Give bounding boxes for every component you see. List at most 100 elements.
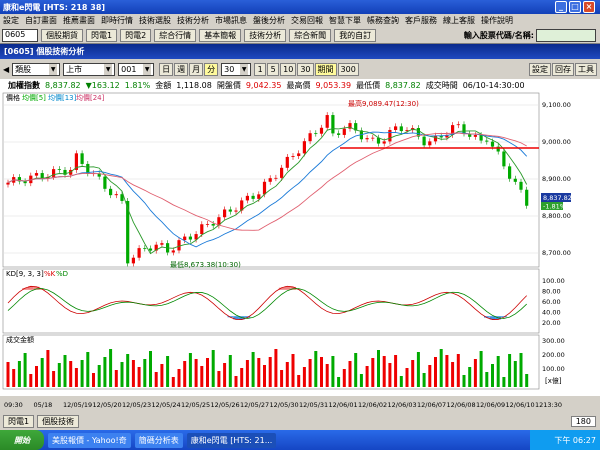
tick-button-2[interactable]: 10 xyxy=(280,62,297,76)
toolbar-button-5[interactable]: 技術分析 xyxy=(244,28,287,42)
taskbar-task-1[interactable]: 簡碼分析表 xyxy=(134,432,183,448)
toolbar-button-3[interactable]: 綜合行情 xyxy=(154,28,197,42)
tick-button-5[interactable]: 300 xyxy=(337,62,359,76)
tick-button-1[interactable]: 5 xyxy=(267,62,280,76)
menu-item-1[interactable]: 自訂畫面 xyxy=(22,15,60,26)
index-price: 8,837.82 xyxy=(45,80,81,90)
interval-button-1[interactable]: 週 xyxy=(174,62,189,76)
code-select[interactable]: 001 ▼ xyxy=(118,62,155,76)
volume-bar xyxy=(188,353,192,387)
candle-body xyxy=(394,126,398,130)
volume-bar xyxy=(502,377,506,387)
start-button[interactable]: 開始 xyxy=(0,430,44,450)
volume-bar xyxy=(29,374,33,387)
volume-bar xyxy=(365,366,369,387)
close-icon[interactable]: × xyxy=(583,1,595,13)
right-button-1[interactable]: 回存 xyxy=(552,62,574,76)
menu-item-12[interactable]: 線上客服 xyxy=(440,15,478,26)
menu-item-8[interactable]: 交易回報 xyxy=(288,15,326,26)
menu-item-13[interactable]: 操作說明 xyxy=(478,15,516,26)
toolbar-button-1[interactable]: 閃電1 xyxy=(86,28,118,42)
candle-body xyxy=(502,151,506,167)
volume-bar xyxy=(439,349,443,387)
taskbar-task-2[interactable]: 康和e閃電 [HTS: 21... xyxy=(186,432,277,448)
taskbar-task-0[interactable]: 美股報價 - Yahoo!奇 xyxy=(48,432,131,448)
price-panel-label: 價格 xyxy=(6,93,20,102)
market-select[interactable]: 上市 ▼ xyxy=(63,62,116,76)
volume-panel-label: 成交金額 xyxy=(6,335,34,344)
date-tick-label: 12/05/19 xyxy=(63,401,92,409)
menu-item-5[interactable]: 技術分析 xyxy=(174,15,212,26)
panel-title-text: [0605] 個股技術分析 xyxy=(4,47,85,56)
candle-body xyxy=(422,136,426,146)
chart-area[interactable]: 價格 均價[5] 均價[13] 均價[24] KD[9, 3, 3] %K %D… xyxy=(0,91,600,396)
kd-tick-label: 60.00 xyxy=(542,298,561,306)
kd-panel-frame xyxy=(2,268,540,334)
stock-search-input[interactable] xyxy=(536,28,596,42)
high-label: 最高價 xyxy=(286,80,311,90)
minutes-select[interactable]: 30 ▼ xyxy=(221,62,252,76)
back-arrow-icon[interactable]: ◀ xyxy=(3,65,9,74)
price-tick-label: 9,100.00 xyxy=(542,101,571,109)
minimize-icon[interactable]: _ xyxy=(555,1,567,13)
volume-bar xyxy=(228,355,232,387)
candle-body xyxy=(6,182,10,185)
candle-body xyxy=(291,156,295,157)
tick-button-4[interactable]: 期間 xyxy=(314,62,337,76)
maximize-icon[interactable]: □ xyxy=(569,1,581,13)
menu-item-11[interactable]: 客戶服務 xyxy=(402,15,440,26)
price-tick-label: 8,900.00 xyxy=(542,175,571,183)
menu-item-7[interactable]: 盤後分析 xyxy=(250,15,288,26)
volume-bar xyxy=(97,365,101,387)
kd-tick-label: 20.00 xyxy=(542,319,561,327)
volume-bar xyxy=(342,369,346,387)
volume-bar xyxy=(183,361,187,387)
toolbar-button-7[interactable]: 我的自訂 xyxy=(334,28,377,42)
candle-body xyxy=(52,169,56,177)
volume-bar xyxy=(251,352,255,387)
volume-bar xyxy=(320,357,323,387)
toolbar-button-4[interactable]: 基本簡報 xyxy=(199,28,242,42)
volume-bar xyxy=(206,358,209,387)
ma5-label: 均價[5] xyxy=(22,93,46,102)
menu-item-2[interactable]: 推薦畫面 xyxy=(60,15,98,26)
menu-item-9[interactable]: 智慧下單 xyxy=(326,15,364,26)
candle-body xyxy=(80,153,84,164)
toolbar-button-0[interactable]: 個股期貨 xyxy=(41,28,83,42)
zoom-field[interactable]: 180 xyxy=(570,415,596,427)
stock-chart-svg[interactable]: 價格 均價[5] 均價[13] 均價[24] KD[9, 3, 3] %K %D… xyxy=(0,91,600,396)
candle-body xyxy=(160,243,164,245)
candle-body xyxy=(297,153,301,157)
period-select[interactable]: 類股 ▼ xyxy=(12,62,61,76)
open-value: 9,042.35 xyxy=(245,80,282,90)
interval-button-2[interactable]: 月 xyxy=(189,62,204,76)
interval-button-3[interactable]: 分 xyxy=(204,62,219,76)
menu-item-0[interactable]: 設定 xyxy=(0,15,22,26)
status-tab-0[interactable]: 閃電1 xyxy=(3,414,35,428)
date-tick-label: 12/06/08 xyxy=(447,401,476,409)
menu-item-10[interactable]: 帳務查詢 xyxy=(364,15,402,26)
status-tab-1[interactable]: 個股技術 xyxy=(37,414,80,428)
volume-bar xyxy=(462,375,466,387)
stock-code-input[interactable]: 0605 xyxy=(2,28,38,42)
tick-button-0[interactable]: 1 xyxy=(254,62,267,76)
right-button-2[interactable]: 工具 xyxy=(575,62,597,76)
menu-item-4[interactable]: 技術選股 xyxy=(136,15,174,26)
tick-button-3[interactable]: 30 xyxy=(297,62,314,76)
toolbar-button-6[interactable]: 綜合新聞 xyxy=(289,28,332,42)
candle-body xyxy=(223,209,227,218)
right-button-0[interactable]: 設定 xyxy=(529,62,551,76)
date-axis[interactable]: 09:30 05/18 12/05/19 12/05/20 12/05/23 12/05/… xyxy=(0,396,600,412)
volume-bar xyxy=(297,375,301,387)
menu-item-6[interactable]: 市場訊息 xyxy=(212,15,250,26)
low-label: 最低價 xyxy=(356,80,381,90)
interval-button-0[interactable]: 日 xyxy=(159,62,174,76)
amount-value: 1,118.08 xyxy=(176,80,212,90)
high-annotation: 最高9,089.47(12:30) xyxy=(348,99,419,108)
volume-bar xyxy=(416,352,420,387)
menu-item-3[interactable]: 即時行情 xyxy=(98,15,136,26)
volume-bar xyxy=(74,368,78,387)
candle-body xyxy=(456,124,460,126)
toolbar-button-2[interactable]: 閃電2 xyxy=(120,28,152,42)
volume-bar xyxy=(280,370,284,387)
